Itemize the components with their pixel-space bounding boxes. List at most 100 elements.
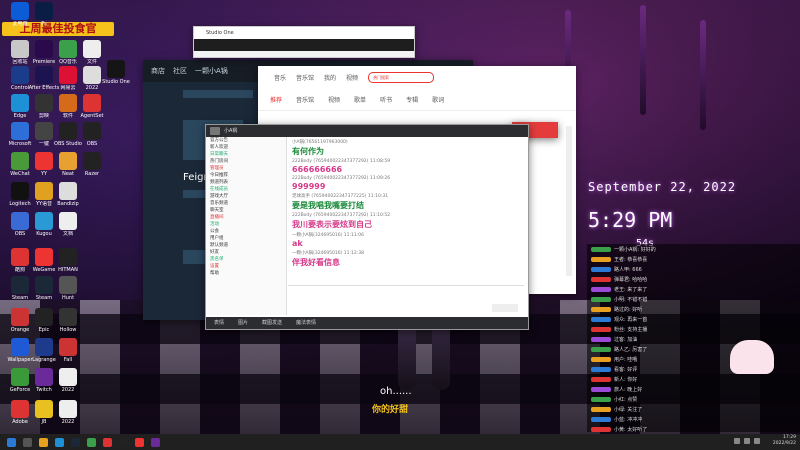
desktop-icon[interactable]: Razer — [74, 152, 110, 177]
wechat-icon[interactable] — [87, 437, 96, 447]
desktop-icon[interactable]: Hunt — [50, 276, 86, 301]
channel-row[interactable]: 新人欢迎 — [206, 144, 286, 151]
send-button[interactable] — [492, 304, 518, 312]
steam-tab[interactable]: 商店 — [151, 66, 165, 76]
desktop-icon[interactable]: Hollow — [50, 308, 86, 333]
danmaku-line: 一颗小A锅: 好好的 — [591, 246, 796, 254]
taskbar: 17:29 2022/9/22 — [0, 434, 800, 450]
channel-row[interactable]: 设置 — [206, 263, 286, 270]
music-nav-item[interactable]: 歌词 — [432, 95, 444, 104]
channel-row[interactable]: 公会 — [206, 228, 286, 235]
channel-row[interactable]: 活动 — [206, 221, 286, 228]
channel-row[interactable]: 游戏大厅 — [206, 193, 286, 200]
music-search-input[interactable]: 热门搜索 — [368, 71, 435, 83]
app-icon[interactable] — [151, 437, 160, 447]
channel-row[interactable]: 聊天室 — [206, 207, 286, 214]
chat-message: 一颗小A锅(324695016) 11:12:38 伴我好看信息 — [292, 250, 520, 268]
user-badge — [591, 347, 611, 352]
music-nav-item[interactable]: 音乐馆 — [296, 95, 314, 104]
music-nav-item[interactable]: 专辑 — [406, 95, 418, 104]
chat-message: 222Body (765940022347377292) 11:08:59 666… — [292, 159, 520, 174]
music-nav-item[interactable]: 视频 — [328, 95, 340, 104]
danmaku-text: 新人: 你好 — [614, 377, 638, 383]
chat-message: 小A锅(76561197963000) 有何作为 — [292, 139, 520, 157]
desktop-icon[interactable]: 2022 — [50, 368, 86, 393]
folder-icon[interactable] — [39, 437, 48, 447]
steam-icon[interactable] — [71, 437, 80, 447]
danmaku-line: 老王: 来了来了 — [591, 286, 796, 294]
channel-row[interactable]: 黑名单 — [206, 256, 286, 263]
chat-message: 一颗小A锅(324695016) 11:11:06 ak — [292, 232, 520, 248]
music-top-item[interactable]: 视频 — [346, 73, 358, 82]
channel-row[interactable]: 默认频道 — [206, 242, 286, 249]
channel-row[interactable]: 用户组 — [206, 235, 286, 242]
yy-footer-item[interactable]: 截图发送 — [262, 317, 282, 329]
danmaku-line: 小红: 点赞 — [591, 396, 796, 404]
chat-meta: 222Body (765940022347377292) 11:09:26 — [292, 176, 391, 181]
channel-row[interactable]: 帮助 — [206, 270, 286, 277]
music-nav-item[interactable]: 听书 — [380, 95, 392, 104]
desktop-icon[interactable]: AgentSet — [74, 94, 110, 119]
video-editor-toolbar[interactable] — [194, 39, 414, 51]
user-badge — [591, 327, 611, 332]
music-top-item[interactable]: 我的 — [324, 73, 336, 82]
channel-row[interactable]: 在线成员 — [206, 186, 286, 193]
desktop-icon[interactable]: OBS — [74, 122, 110, 147]
tray-date: 2022/9/22 — [772, 441, 796, 446]
desktop-icon[interactable]: 2022 — [74, 66, 110, 91]
yy-chat-window[interactable]: 小A锅 官方公告 新人欢迎 日常聊天 热门房间 管理员 今日推荐 频道列表 在线成员 游戏大厅音… — [205, 124, 529, 330]
channel-row[interactable]: 今日推荐 — [206, 172, 286, 179]
ime-icon[interactable] — [754, 438, 760, 444]
channel-row[interactable]: 音乐频道 — [206, 200, 286, 207]
yy-footer-item[interactable]: 表情 — [214, 317, 224, 329]
yy-footer-item[interactable]: 图片 — [238, 317, 248, 329]
yy-input-box[interactable] — [288, 285, 524, 316]
start-icon[interactable] — [7, 437, 16, 447]
yy-footer-item[interactable]: 魔法表情 — [296, 317, 316, 329]
channel-row[interactable]: 好友 — [206, 249, 286, 256]
volume-icon[interactable] — [744, 438, 750, 444]
danmaku-overlay: 一颗小A锅: 好好的 王者: 恭喜恭喜 路人甲: 666 弹幕君: 哈哈哈 老王: 来了… — [587, 244, 800, 433]
danmaku-text: 弹幕君: 哈哈哈 — [614, 277, 648, 283]
danmaku-line: 小蓝: 冲冲冲 — [591, 416, 796, 424]
danmaku-text: 旅人: 晚上好 — [614, 387, 643, 393]
danmaku-line: 旅人: 晚上好 — [591, 386, 796, 394]
danmaku-text: 一颗小A锅: 好好的 — [614, 247, 656, 253]
yy-icon[interactable] — [103, 437, 112, 447]
music-nav-item[interactable]: 歌单 — [354, 95, 366, 104]
chat-meta: 222Body (765940022347377292) 11:08:59 — [292, 159, 391, 164]
yy-channel-list[interactable]: 官方公告 新人欢迎 日常聊天 热门房间 管理员 今日推荐 频道列表 在线成员 游戏大厅 音乐频道聊… — [206, 137, 287, 315]
user-badge — [591, 337, 611, 342]
desktop-icon[interactable]: Fall — [50, 338, 86, 363]
music-nav-item[interactable]: 推荐 — [270, 95, 282, 104]
obs-icon[interactable] — [119, 437, 128, 447]
danmaku-line: 小明: 不错不错 — [591, 296, 796, 304]
user-badge — [591, 297, 611, 302]
steam-tab[interactable]: 一颗小A锅 — [195, 66, 228, 76]
desktop-icon[interactable]: HITMAN — [50, 248, 86, 273]
yy-titlebar: 小A锅 — [206, 125, 528, 137]
edge-icon[interactable] — [55, 437, 64, 447]
channel-row[interactable]: 直播间 — [206, 214, 286, 221]
desktop-icon[interactable]: 2022 — [50, 400, 86, 425]
user-badge — [591, 367, 611, 372]
avatar[interactable] — [210, 127, 220, 135]
desktop-icon[interactable]: 文档 — [50, 212, 86, 237]
music-scrollbar[interactable] — [566, 126, 572, 276]
channel-row[interactable]: 热门房间 — [206, 158, 286, 165]
desktop-icon[interactable]: Ps — [26, 2, 62, 27]
channel-row[interactable]: 日常聊天 — [206, 151, 286, 158]
tray-clock[interactable]: 17:29 2022/9/22 — [773, 435, 796, 447]
music-icon[interactable] — [135, 437, 144, 447]
danmaku-text: 小蓝: 冲冲冲 — [614, 417, 643, 423]
music-top-item[interactable]: 音乐馆 — [296, 73, 314, 82]
steam-tab[interactable]: 社区 — [173, 66, 187, 76]
channel-row[interactable]: 频道列表 — [206, 179, 286, 186]
channel-row[interactable]: 管理员 — [206, 165, 286, 172]
search-icon[interactable] — [23, 437, 32, 447]
channel-row[interactable]: 官方公告 — [206, 137, 286, 144]
music-top-item[interactable]: 音乐 — [274, 73, 286, 82]
desktop-icon[interactable]: Bandizip — [50, 182, 86, 207]
video-editor-window[interactable]: Studio One — [193, 26, 415, 58]
network-icon[interactable] — [734, 438, 740, 444]
